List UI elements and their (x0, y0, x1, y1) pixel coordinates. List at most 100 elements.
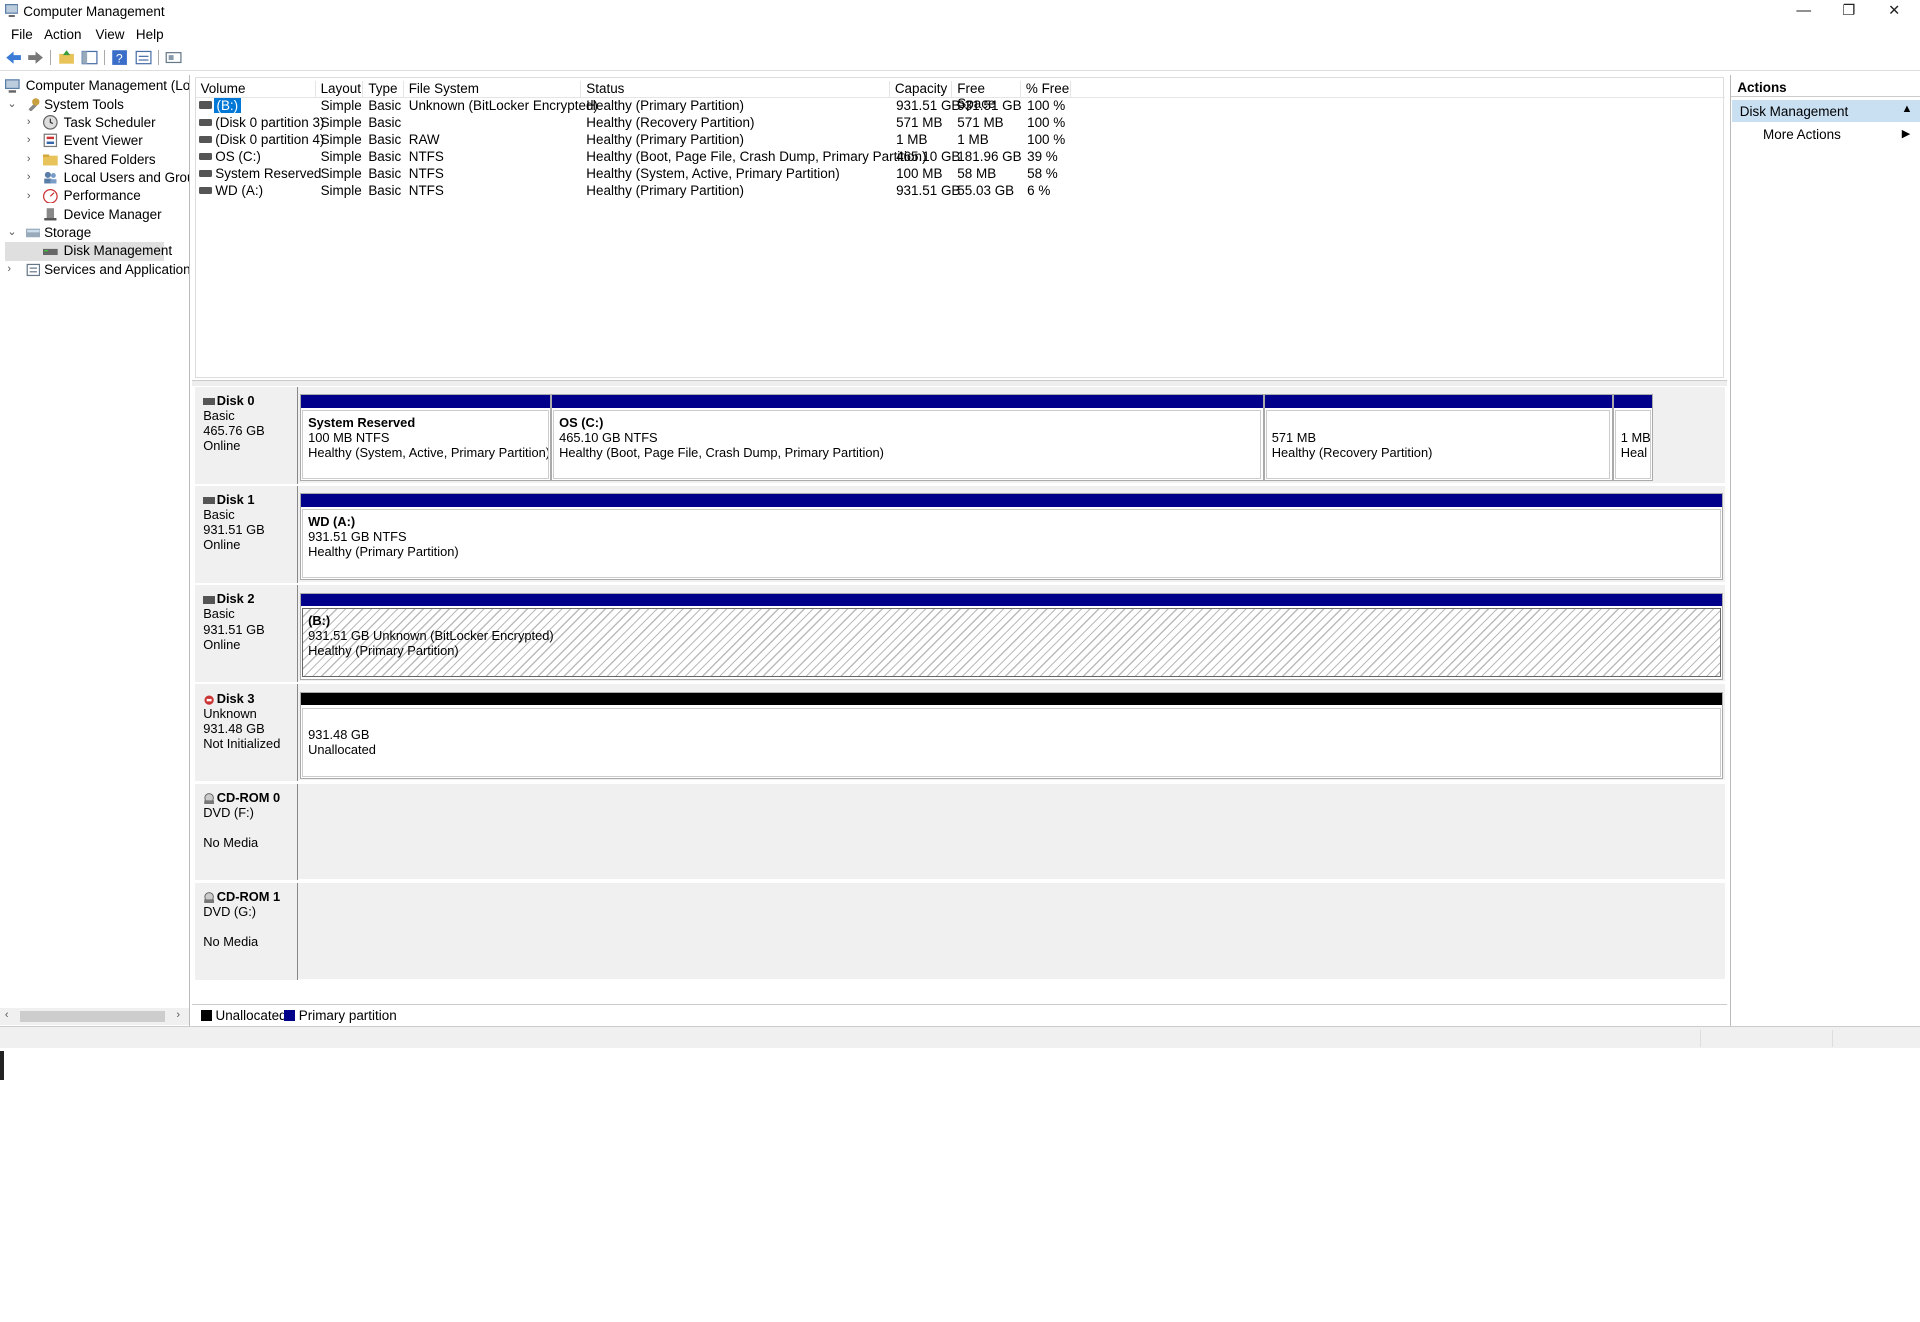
volume-percent-free: 100 % (1027, 114, 1066, 130)
up-folder-icon[interactable] (58, 49, 75, 66)
help-icon[interactable]: ? (111, 49, 128, 66)
column-header-free-space[interactable]: Free Space (952, 80, 1021, 111)
volume-free-space: 58 MB (957, 166, 997, 182)
column-header-type[interactable]: Type (363, 80, 404, 98)
volume-name: (Disk 0 partition 3) (215, 114, 325, 130)
cdrom-info[interactable]: CD-ROM 1 DVD (G:) No Media (194, 882, 298, 980)
volume-capacity: 465.10 GB (896, 149, 961, 165)
volume-row[interactable]: WD (A:) Simple Basic NTFS Healthy (Prima… (196, 183, 1725, 200)
restore-button[interactable]: ❐ (1826, 0, 1873, 24)
menu-action[interactable]: Action (44, 27, 81, 42)
view-options-icon[interactable] (165, 49, 182, 66)
partition[interactable]: WD (A:) 931.51 GB NTFS Healthy (Primary … (299, 493, 1723, 581)
partition[interactable]: OS (C:) 465.10 GB NTFS Healthy (Boot, Pa… (551, 394, 1264, 482)
collapse-icon[interactable]: ⌄ (7, 97, 18, 112)
partition[interactable]: (B:) 931.51 GB Unknown (BitLocker Encryp… (299, 592, 1723, 680)
volume-status: Healthy (System, Active, Primary Partiti… (586, 166, 840, 182)
actions-section-disk-management[interactable]: Disk Management ▲ (1732, 100, 1920, 123)
column-header-status[interactable]: Status (581, 80, 890, 98)
cdrom-drive: DVD (G:) (203, 904, 257, 920)
partition-color-bar (552, 395, 1263, 408)
volume-row[interactable]: (B:) Simple Basic Unknown (BitLocker Enc… (196, 97, 1725, 115)
taskbar-edge (0, 1050, 4, 1080)
disk-type: Basic (203, 606, 235, 622)
expand-icon[interactable]: › (27, 189, 38, 204)
volume-file-system: NTFS (408, 149, 444, 165)
volume-status: Healthy (Primary Partition) (586, 97, 745, 113)
unallocated-space[interactable]: 931.48 GB Unallocated (299, 691, 1723, 779)
volume-percent-free: 100 % (1027, 132, 1066, 147)
partition-name: OS (C:) (559, 414, 604, 430)
volume-row[interactable]: System Reserved Simple Basic NTFS Health… (196, 166, 1725, 183)
scroll-thumb[interactable] (19, 1011, 166, 1023)
volume-row[interactable]: (Disk 0 partition 3) Simple Basic Health… (196, 115, 1725, 132)
disk-info[interactable]: Disk 1 Basic 931.51 GB Online (194, 486, 298, 583)
graphical-disk-view: Disk 0 Basic 465.76 GB Online System Res… (194, 386, 1727, 1027)
volume-icon (199, 152, 212, 161)
disk-info[interactable]: Disk 2 Basic 931.51 GB Online (194, 585, 298, 683)
volume-capacity: 571 MB (896, 114, 943, 130)
partition[interactable]: 571 MB Healthy (Recovery Partition) (1263, 394, 1613, 482)
back-arrow-icon[interactable] (5, 49, 22, 66)
volume-layout: Simple (320, 149, 362, 165)
partition-size: 1 MB (1620, 429, 1651, 445)
expand-icon[interactable]: › (27, 133, 38, 148)
tree-horizontal-scrollbar[interactable]: ‹ › (0, 1007, 189, 1025)
menu-help[interactable]: Help (136, 27, 164, 42)
expand-icon[interactable]: › (27, 170, 38, 185)
properties-icon[interactable] (135, 49, 152, 66)
volume-percent-free: 58 % (1027, 166, 1058, 182)
column-header-volume[interactable]: Volume (196, 80, 316, 98)
services-icon (26, 263, 40, 277)
expand-icon[interactable]: › (27, 115, 38, 130)
volume-icon (199, 101, 212, 109)
tree-label: Shared Folders (63, 151, 156, 167)
legend-primary-partition: Primary partition (298, 1007, 397, 1023)
disk-type: Basic (203, 507, 235, 523)
column-header-capacity[interactable]: Capacity (890, 80, 953, 98)
collapse-up-icon[interactable]: ▲ (1902, 103, 1913, 115)
volume-file-system: Unknown (BitLocker Encrypted) (408, 97, 598, 113)
scroll-right-icon[interactable]: › (176, 1009, 180, 1021)
expand-icon[interactable]: › (7, 262, 18, 277)
menu-file[interactable]: File (11, 27, 33, 42)
column-header-percent-free[interactable]: % Free (1021, 80, 1072, 98)
volume-row[interactable]: (Disk 0 partition 4) Simple Basic RAW He… (196, 132, 1725, 149)
submenu-arrow-icon[interactable]: ▶ (1902, 127, 1910, 140)
volume-row[interactable]: OS (C:) Simple Basic NTFS Healthy (Boot,… (196, 149, 1725, 166)
column-header-layout[interactable]: Layout (316, 80, 364, 98)
partition[interactable]: 1 MB Heal (1612, 394, 1654, 482)
disk-management-icon (42, 248, 58, 255)
partition[interactable]: System Reserved 100 MB NTFS Healthy (Sys… (299, 394, 551, 482)
disk-info[interactable]: Disk 3 Unknown 931.48 GB Not Initialized (194, 684, 298, 782)
tree-disk-management[interactable]: Disk Management (4, 242, 172, 261)
pane-splitter[interactable] (192, 379, 1727, 386)
collapse-icon[interactable]: ⌄ (7, 225, 18, 240)
svg-text:?: ? (116, 51, 123, 65)
disk-info[interactable]: Disk 0 Basic 465.76 GB Online (194, 386, 298, 484)
partition-status: Healthy (Primary Partition) (308, 643, 459, 659)
volume-capacity: 931.51 GB (896, 183, 961, 199)
volume-status: Healthy (Primary Partition) (586, 183, 745, 199)
status-bar (0, 1026, 1920, 1049)
computer-icon (4, 79, 20, 94)
expand-icon[interactable]: › (27, 152, 38, 167)
scroll-left-icon[interactable]: ‹ (5, 1009, 9, 1021)
more-actions-link[interactable]: More Actions (1763, 127, 1841, 142)
shared-folder-icon (42, 154, 58, 166)
volume-icon (199, 187, 212, 195)
forward-arrow-icon[interactable] (27, 49, 44, 66)
column-header-file-system[interactable]: File System (404, 80, 582, 98)
minimize-button[interactable]: — (1780, 0, 1827, 24)
volume-type: Basic (368, 114, 402, 130)
show-hide-tree-icon[interactable] (81, 49, 98, 66)
cdrom-icon (204, 792, 215, 804)
close-button[interactable]: ✕ (1871, 0, 1918, 24)
partition-color-bar (300, 692, 1722, 706)
cdrom-info[interactable]: CD-ROM 0 DVD (F:) No Media (194, 783, 298, 881)
event-viewer-icon (43, 134, 57, 148)
not-initialized-disk-icon (204, 695, 215, 705)
disk-size: 931.51 GB (203, 522, 265, 538)
volume-name: (Disk 0 partition 4) (215, 132, 325, 147)
menu-view[interactable]: View (96, 27, 125, 42)
